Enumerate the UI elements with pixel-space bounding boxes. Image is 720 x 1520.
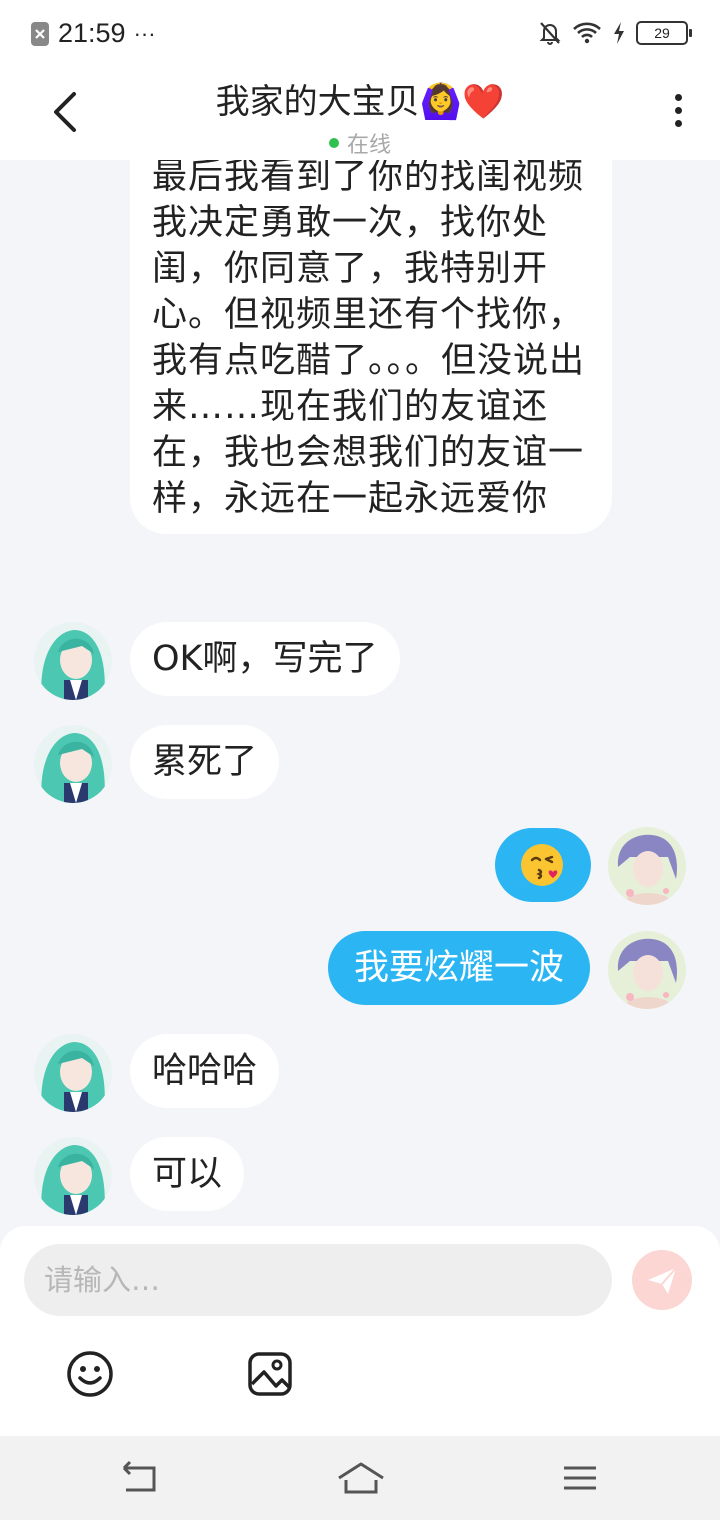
image-icon[interactable]: [246, 1350, 294, 1398]
nav-home-icon[interactable]: [336, 1458, 386, 1498]
contact-avatar[interactable]: [34, 1034, 112, 1112]
chat-area[interactable]: 最后我看到了你的找闺视频 我决定勇敢一次，找你处闺，你同意了，我特别开心。但视频…: [0, 160, 720, 1226]
charging-icon: [614, 22, 624, 44]
contact-avatar-image: [34, 622, 112, 700]
chat-title-text: 我家的大宝贝: [215, 82, 420, 122]
online-dot-icon: [328, 138, 339, 148]
online-status-label: 在线: [346, 133, 391, 158]
message-bubble-left: 哈哈哈: [130, 1034, 280, 1108]
online-status: 在线: [0, 127, 720, 159]
chat-title: 我家的大宝贝🙆‍♀️❤️: [0, 74, 720, 123]
message-composer: [0, 1226, 720, 1436]
message-bubble-left: 最后我看到了你的找闺视频 我决定勇敢一次，找你处闺，你同意了，我特别开心。但视频…: [130, 160, 612, 534]
title-wrap: 我家的大宝贝🙆‍♀️❤️ 在线: [0, 74, 720, 159]
contact-avatar-image: [34, 1137, 112, 1215]
mute-bell-icon: [539, 22, 561, 45]
contact-avatar[interactable]: [34, 622, 112, 700]
chat-title-emoji: 🙆‍♀️❤️: [419, 82, 505, 122]
message-bubble-left: OK啊，写完了: [130, 622, 400, 696]
kiss-emoji-icon: [521, 844, 563, 886]
user-avatar[interactable]: [608, 827, 686, 905]
message-bubble-right: [495, 828, 591, 902]
status-left: 21:59 ···: [30, 18, 156, 49]
system-nav-bar: [0, 1436, 720, 1520]
contact-avatar-image: [34, 1034, 112, 1112]
notification-close-icon: [31, 21, 49, 46]
message-bubble-left: 累死了: [130, 725, 280, 799]
battery-indicator: 29: [636, 21, 692, 45]
send-button[interactable]: [632, 1250, 692, 1310]
more-options-icon[interactable]: [672, 94, 684, 134]
user-avatar-image: [608, 827, 686, 905]
nav-menu-icon[interactable]: [558, 1458, 602, 1498]
send-icon: [648, 1267, 677, 1294]
status-time: 21:59: [58, 18, 126, 48]
contact-avatar[interactable]: [34, 1137, 112, 1215]
contact-avatar[interactable]: [34, 725, 112, 803]
chat-header: 我家的大宝贝🙆‍♀️❤️ 在线: [0, 64, 720, 160]
wifi-icon: [573, 22, 601, 44]
message-input[interactable]: [24, 1244, 612, 1316]
user-avatar-image: [608, 931, 686, 1009]
status-right: 29: [538, 20, 692, 46]
status-bar: 21:59 ··· 29: [0, 0, 720, 64]
contact-avatar-image: [34, 725, 112, 803]
status-more-dots: ···: [133, 20, 156, 46]
user-avatar[interactable]: [608, 931, 686, 1009]
message-bubble-right: 我要炫耀一波: [327, 931, 590, 1005]
message-bubble-left: 可以: [130, 1137, 245, 1211]
nav-back-icon[interactable]: [118, 1458, 162, 1498]
emoji-icon[interactable]: [66, 1350, 114, 1398]
